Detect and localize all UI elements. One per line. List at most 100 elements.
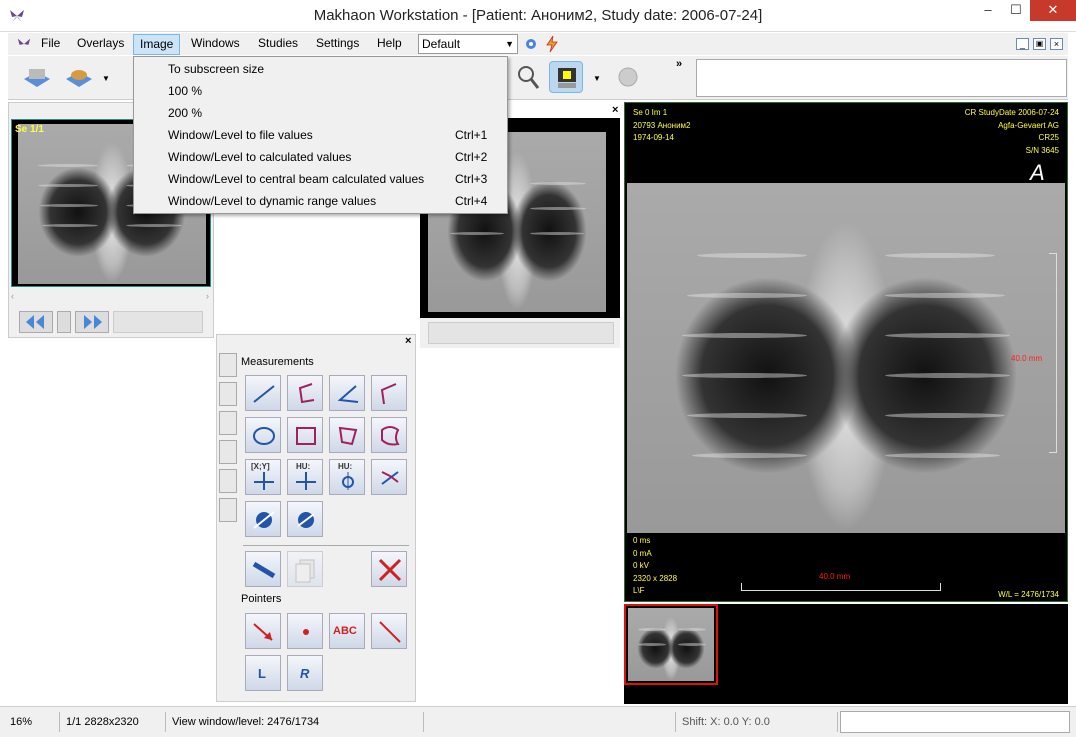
- tab-angle[interactable]: [219, 498, 237, 522]
- tool-tabs: [217, 353, 237, 535]
- toolbar-overflow-icon[interactable]: »: [676, 58, 682, 70]
- dot-pointer-button[interactable]: [287, 613, 323, 649]
- menu-settings[interactable]: Settings: [310, 34, 365, 55]
- exposure-time: 0 ms: [633, 536, 651, 545]
- reset-icon[interactable]: [611, 61, 645, 93]
- calibrate-tool-button[interactable]: [245, 501, 281, 537]
- window-level-button[interactable]: [549, 61, 583, 93]
- menu-item-label: Window/Level to calculated values: [168, 150, 352, 164]
- menu-windows[interactable]: Windows: [185, 34, 246, 55]
- tab-measure[interactable]: [219, 353, 237, 377]
- left-marker-button[interactable]: L: [245, 655, 281, 691]
- open-disk-icon[interactable]: [62, 61, 96, 93]
- cobb-angle-tool-button[interactable]: [371, 375, 407, 411]
- layout-select[interactable]: Default ▼: [418, 34, 518, 54]
- menu-item-shortcut: Ctrl+4: [455, 194, 488, 208]
- vertical-scale-label: 40.0 mm: [1011, 354, 1043, 363]
- menu-item-200-percent[interactable]: 200 %: [134, 102, 507, 124]
- mdi-restore-button[interactable]: ▣: [1033, 38, 1046, 50]
- target-icon: [342, 472, 354, 490]
- polyline-tool-button[interactable]: [287, 375, 323, 411]
- next-series-button[interactable]: [75, 311, 109, 333]
- forward-icon: [84, 315, 102, 329]
- matrix-size: 2320 x 2828: [633, 573, 678, 583]
- menu-item-100-percent[interactable]: 100 %: [134, 80, 507, 102]
- image-menu: To subscreen size 100 % 200 % Window/Lev…: [133, 56, 508, 214]
- angle-tool-button[interactable]: [329, 375, 365, 411]
- maximize-button[interactable]: ☐: [1002, 0, 1030, 21]
- series-separator[interactable]: [57, 311, 71, 333]
- tab-series[interactable]: [219, 469, 237, 493]
- dropdown-arrow-icon[interactable]: ▼: [102, 74, 110, 83]
- serial-number: S/N 3645: [1025, 145, 1059, 155]
- secondary-nav-buttons[interactable]: [428, 322, 614, 344]
- ellipse-icon: [253, 427, 275, 445]
- rewind-icon: [26, 315, 44, 329]
- minimize-button[interactable]: –: [974, 0, 1002, 21]
- menu-help[interactable]: Help: [371, 34, 408, 55]
- profile-tool-button[interactable]: [371, 459, 407, 495]
- line-tool-button[interactable]: [245, 375, 281, 411]
- freehand-icon: [381, 426, 400, 446]
- lightning-icon[interactable]: [544, 35, 560, 53]
- horizontal-scale-label: 40.0 mm: [819, 572, 851, 581]
- rectangle-tool-button[interactable]: [287, 417, 323, 453]
- menu-item-label: 100 %: [168, 84, 203, 98]
- ellipse-tool-button[interactable]: [245, 417, 281, 453]
- mdi-minimize-button[interactable]: _: [1016, 38, 1029, 50]
- info-panel: [696, 59, 1067, 97]
- image-status: 1/1 2828x2320: [62, 712, 166, 732]
- chest-xray-main: [627, 183, 1065, 533]
- right-marker-button[interactable]: R: [287, 655, 323, 691]
- tab-rotate[interactable]: [219, 440, 237, 464]
- freehand-tool-button[interactable]: [371, 417, 407, 453]
- window-title: Makhaon Workstation - [Patient: Аноним2,…: [313, 7, 763, 24]
- menu-image[interactable]: Image: [133, 34, 181, 55]
- model: CR25: [1038, 133, 1059, 142]
- angle-icon: [337, 385, 359, 403]
- chest-xray-thumb: [628, 608, 714, 681]
- menu-item-wl-file[interactable]: Window/Level to file values Ctrl+1: [134, 124, 507, 146]
- menu-overlays[interactable]: Overlays: [71, 34, 130, 55]
- close-icon[interactable]: ×: [612, 104, 618, 116]
- ruler-tool-button[interactable]: [245, 551, 281, 587]
- menu-studies[interactable]: Studies: [252, 34, 304, 55]
- menu-file[interactable]: File: [35, 34, 66, 55]
- tab-palette[interactable]: [219, 411, 237, 435]
- text-pointer-button[interactable]: ABC: [329, 613, 365, 649]
- main-viewer[interactable]: Se 0 Im 1 20793 Аноним2 1974-09-14 CR St…: [624, 102, 1068, 602]
- mdi-close-button[interactable]: ×: [1050, 38, 1063, 50]
- arrow-pointer-button[interactable]: [245, 613, 281, 649]
- menu-item-wl-dynamic-range[interactable]: Window/Level to dynamic range values Ctrl…: [134, 190, 507, 212]
- hu-circle-tool-button[interactable]: HU:: [329, 459, 365, 495]
- tab-settings[interactable]: [219, 382, 237, 406]
- menu-item-shortcut: Ctrl+2: [455, 150, 488, 164]
- image-thumbnail[interactable]: [624, 604, 718, 685]
- delete-measurements-button[interactable]: [371, 551, 407, 587]
- gear-icon[interactable]: [523, 36, 539, 52]
- polygon-tool-button[interactable]: [329, 417, 365, 453]
- line-pointer-button[interactable]: [371, 613, 407, 649]
- coordinate-tool-button[interactable]: [X;Y]: [245, 459, 281, 495]
- calibrate-alt-icon: [297, 512, 315, 528]
- open-study-icon[interactable]: [20, 61, 54, 93]
- study-date: CR StudyDate 2006-07-24: [964, 108, 1059, 117]
- series-label: Se 1/1: [15, 124, 44, 135]
- overlay-top-left: Se 0 Im 1 20793 Аноним2 1974-09-14: [633, 107, 691, 145]
- view-position: L\F: [633, 586, 645, 595]
- magnifier-icon[interactable]: [511, 61, 545, 93]
- calibrate-alt-tool-button[interactable]: [287, 501, 323, 537]
- right-marker-label: R: [300, 666, 310, 681]
- dropdown-arrow-icon[interactable]: ▼: [593, 74, 601, 83]
- menu-item-wl-calculated[interactable]: Window/Level to calculated values Ctrl+2: [134, 146, 507, 168]
- image-nav-buttons[interactable]: [113, 311, 203, 333]
- copy-measurements-button[interactable]: [287, 551, 323, 587]
- arrow-icon: [253, 623, 273, 641]
- close-button[interactable]: ✕: [1030, 0, 1076, 21]
- prev-series-button[interactable]: [19, 311, 53, 333]
- menu-item-wl-central-beam[interactable]: Window/Level to central beam calculated …: [134, 168, 507, 190]
- horizontal-scrollbar[interactable]: ‹ ›: [11, 291, 211, 301]
- menu-item-subscreen-size[interactable]: To subscreen size: [134, 58, 507, 80]
- close-icon[interactable]: ×: [405, 335, 411, 347]
- hu-point-tool-button[interactable]: HU:: [287, 459, 323, 495]
